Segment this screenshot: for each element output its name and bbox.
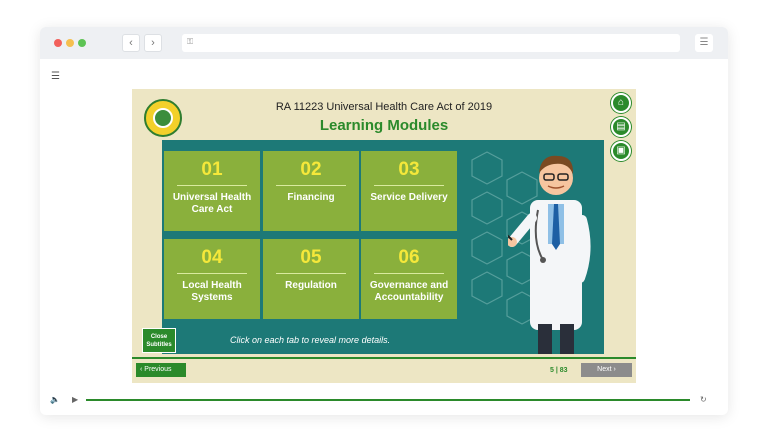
- document-icon[interactable]: ▤: [611, 117, 631, 137]
- play-icon[interactable]: ▶: [72, 395, 78, 404]
- course-menu-icon[interactable]: ☰: [51, 71, 60, 82]
- modules-panel: 01 Universal Health Care Act 02 Financin…: [162, 140, 604, 354]
- module-tile-06[interactable]: 06 Governance and Accountability: [361, 239, 457, 319]
- module-label: Universal Health Care Act: [172, 192, 252, 215]
- module-label: Service Delivery: [370, 192, 448, 203]
- slide-subtitle: Learning Modules: [319, 117, 449, 134]
- browser-toolbar: ‹ › ⚿ ☰: [40, 27, 728, 59]
- home-icon[interactable]: ⌂: [611, 93, 631, 113]
- module-number: 02: [300, 159, 322, 180]
- next-button[interactable]: Next ›: [581, 363, 632, 377]
- page-indicator: 5 | 83: [550, 367, 568, 374]
- close-subtitles-button[interactable]: Close Subtitles: [142, 328, 176, 353]
- module-number: 01: [201, 159, 223, 180]
- close-window-dot[interactable]: [54, 39, 62, 47]
- doh-logo: [144, 99, 182, 137]
- folder-icon[interactable]: ▣: [611, 141, 631, 161]
- module-label: Local Health Systems: [182, 280, 242, 303]
- back-icon: ‹: [129, 37, 133, 49]
- module-tile-05[interactable]: 05 Regulation: [263, 239, 359, 319]
- module-label: Governance and Accountability: [369, 280, 449, 303]
- lock-icon: ⚿: [187, 37, 194, 46]
- module-tile-03[interactable]: 03 Service Delivery: [361, 151, 457, 231]
- course-slide: RA 11223 Universal Health Care Act of 20…: [132, 89, 636, 383]
- progress-bar[interactable]: [86, 399, 690, 401]
- doctor-illustration: [508, 155, 591, 354]
- back-button[interactable]: ‹: [122, 34, 140, 52]
- module-tile-04[interactable]: 04 Local Health Systems: [164, 239, 260, 319]
- module-label: Regulation: [285, 280, 337, 291]
- browser-window: ‹ › ⚿ ☰ ☰ RA 11223 Universal Health Care…: [40, 27, 728, 415]
- module-tile-02[interactable]: 02 Financing: [263, 151, 359, 231]
- previous-label: Previous: [144, 366, 172, 373]
- previous-button[interactable]: ‹ Previous: [136, 363, 186, 377]
- module-tile-01[interactable]: 01 Universal Health Care Act: [164, 151, 260, 231]
- module-label: Financing: [287, 192, 335, 203]
- forward-icon: ›: [151, 37, 155, 49]
- slide-title: RA 11223 Universal Health Care Act of 20…: [275, 101, 493, 113]
- replay-icon[interactable]: ↻: [700, 395, 707, 404]
- player-controls: 🔈 ▶ ↻: [40, 389, 728, 415]
- volume-icon[interactable]: 🔈: [50, 395, 60, 404]
- module-number: 06: [398, 247, 420, 268]
- module-number: 04: [201, 247, 223, 268]
- forward-button[interactable]: ›: [144, 34, 162, 52]
- menu-icon: ☰: [699, 37, 709, 48]
- divider: [132, 357, 636, 359]
- instruction-text: Click on each tab to reveal more details…: [230, 335, 391, 345]
- module-number: 03: [398, 159, 420, 180]
- maximize-window-dot[interactable]: [78, 39, 86, 47]
- minimize-window-dot[interactable]: [66, 39, 74, 47]
- address-bar[interactable]: ⚿: [182, 34, 680, 52]
- module-number: 05: [300, 247, 322, 268]
- next-label: Next: [597, 366, 612, 373]
- browser-menu-button[interactable]: ☰: [695, 34, 713, 52]
